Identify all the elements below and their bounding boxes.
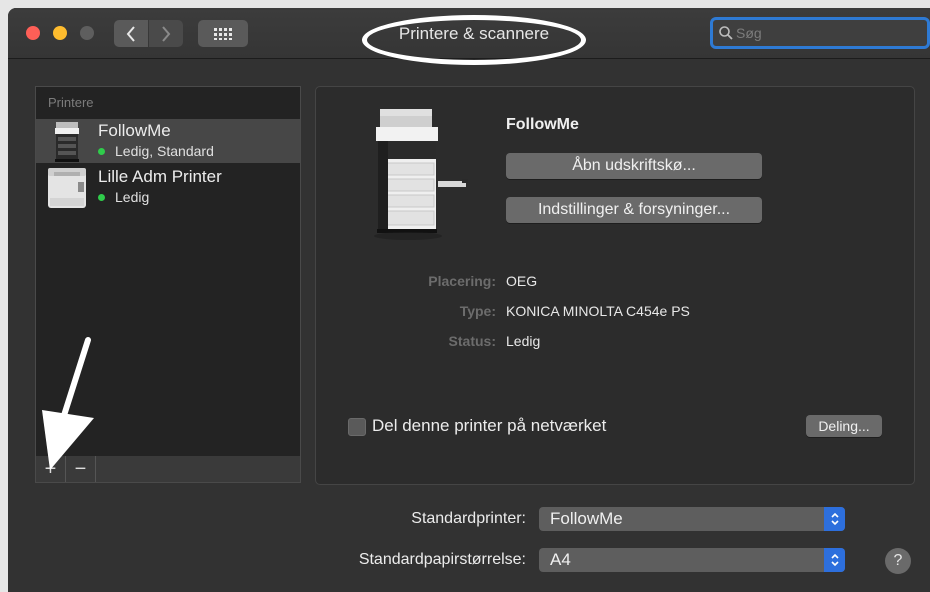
annotation-arrow-icon (42, 337, 94, 470)
